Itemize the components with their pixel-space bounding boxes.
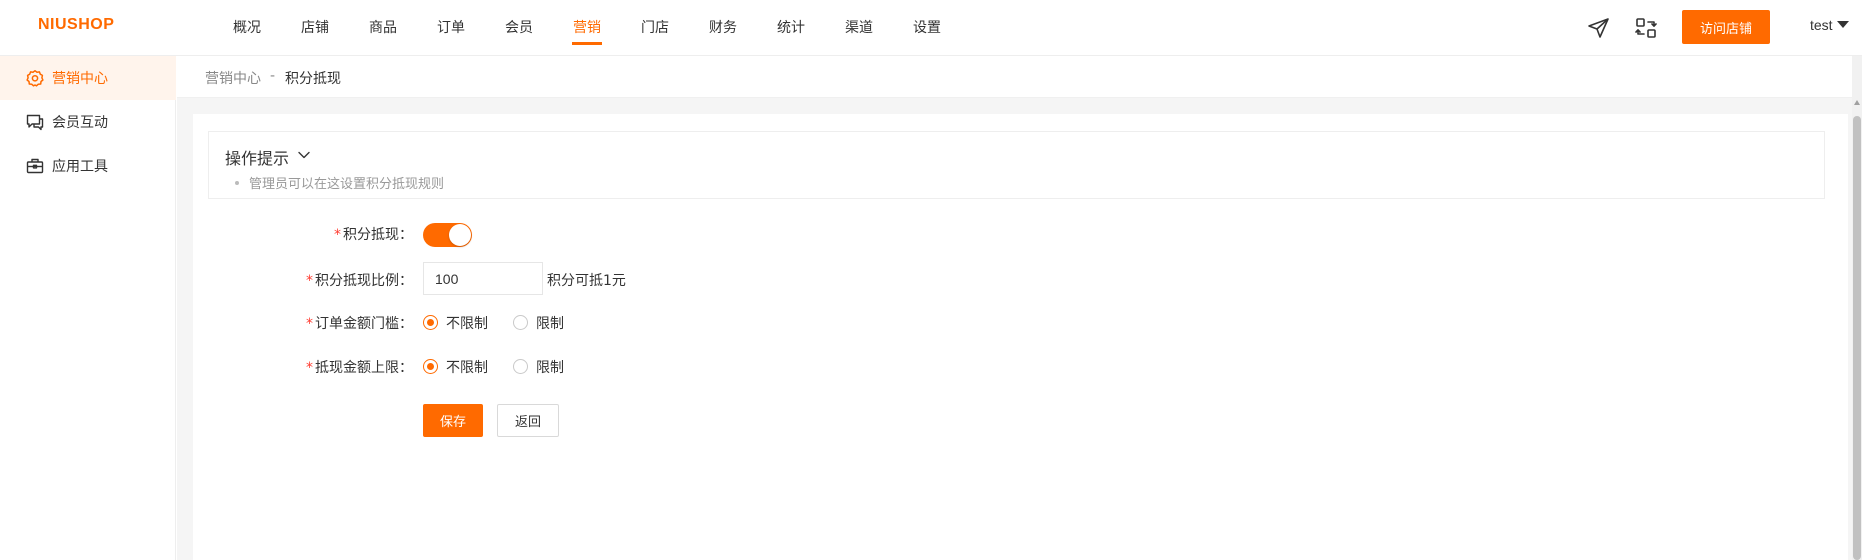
page-scrollbar[interactable]: [1852, 56, 1862, 560]
breadcrumb-parent[interactable]: 营销中心: [205, 68, 261, 88]
required-mark: *: [306, 360, 313, 376]
nav-item-channels[interactable]: 渠道: [845, 17, 873, 37]
toolbox-icon: [26, 157, 44, 175]
radio-circle: [513, 359, 528, 374]
radio-circle: [513, 315, 528, 330]
nav-item-settings[interactable]: 设置: [913, 17, 941, 37]
chat-bubbles-icon: [26, 113, 44, 131]
brand-logo[interactable]: NIUSHOP: [38, 16, 114, 34]
order-threshold-label: * 订单金额门槛：: [306, 316, 413, 332]
nav-item-store[interactable]: 店铺: [301, 17, 329, 37]
radio-circle: [423, 315, 438, 330]
tips-line: 管理员可以在这设置积分抵现规则: [249, 177, 445, 192]
nav-item-marketing[interactable]: 营销: [573, 17, 601, 37]
sidebar-item-label: 营销中心: [52, 71, 108, 87]
scrollbar-thumb[interactable]: [1853, 116, 1861, 560]
tips-title[interactable]: 操作提示: [225, 145, 289, 169]
toggle-knob: [449, 224, 471, 246]
nav-item-shops[interactable]: 门店: [641, 17, 669, 37]
ratio-input[interactable]: [423, 262, 543, 295]
paper-plane-icon[interactable]: [1586, 15, 1612, 41]
username: test: [1810, 17, 1833, 33]
gear-icon: [26, 69, 44, 87]
nav-item-overview[interactable]: 概况: [233, 17, 261, 37]
nav-item-finance[interactable]: 财务: [709, 17, 737, 37]
tips-panel: 操作提示 管理员可以在这设置积分抵现规则: [208, 131, 1825, 199]
sidebar-item-app-tools[interactable]: 应用工具: [0, 144, 176, 188]
required-mark: *: [334, 227, 341, 243]
back-button[interactable]: 返回: [497, 404, 559, 437]
breadcrumb-separator: -: [270, 68, 276, 84]
switch-arrows-icon[interactable]: [1633, 15, 1659, 41]
sidebar-item-label: 应用工具: [52, 159, 108, 175]
enable-points-toggle[interactable]: [423, 223, 472, 247]
enable-points-label: * 积分抵现：: [334, 227, 413, 243]
user-menu[interactable]: test: [1810, 17, 1849, 33]
required-mark: *: [306, 316, 313, 332]
save-button[interactable]: 保存: [423, 404, 483, 437]
bullet-dot: [235, 181, 239, 185]
ratio-label: * 积分抵现比例：: [306, 273, 413, 289]
top-header: NIUSHOP 概况 店铺 商品 订单 会员 营销 门店 财务 统计 渠道 设置…: [0, 0, 1862, 56]
radio-circle: [423, 359, 438, 374]
scroll-up-arrow-icon[interactable]: [1854, 100, 1860, 105]
radio-label: 限制: [536, 360, 564, 376]
nav-item-orders[interactable]: 订单: [437, 17, 465, 37]
ratio-suffix: 积分可抵1元: [547, 273, 626, 289]
nav-item-stats[interactable]: 统计: [777, 17, 805, 37]
caret-down-icon: [1836, 21, 1849, 28]
radio-label: 限制: [536, 316, 564, 332]
chevron-down-icon[interactable]: [297, 148, 311, 162]
required-mark: *: [306, 273, 313, 289]
sidebar-item-marketing-center[interactable]: 营销中心: [0, 56, 176, 100]
active-nav-underline: [572, 42, 602, 45]
nav-item-goods[interactable]: 商品: [369, 17, 397, 37]
visit-store-button[interactable]: 访问店铺: [1682, 10, 1770, 44]
radio-label: 不限制: [446, 316, 488, 332]
sidebar-item-label: 会员互动: [52, 115, 108, 131]
breadcrumb-current: 积分抵现: [285, 71, 341, 87]
radio-label: 不限制: [446, 360, 488, 376]
sidebar: 营销中心 会员互动 应用工具: [0, 56, 176, 560]
nav-item-members[interactable]: 会员: [505, 17, 533, 37]
breadcrumb: 营销中心 - 积分抵现: [177, 56, 1862, 98]
deduct-limit-label: * 抵现金额上限：: [306, 360, 413, 376]
sidebar-item-member-interaction[interactable]: 会员互动: [0, 100, 176, 144]
